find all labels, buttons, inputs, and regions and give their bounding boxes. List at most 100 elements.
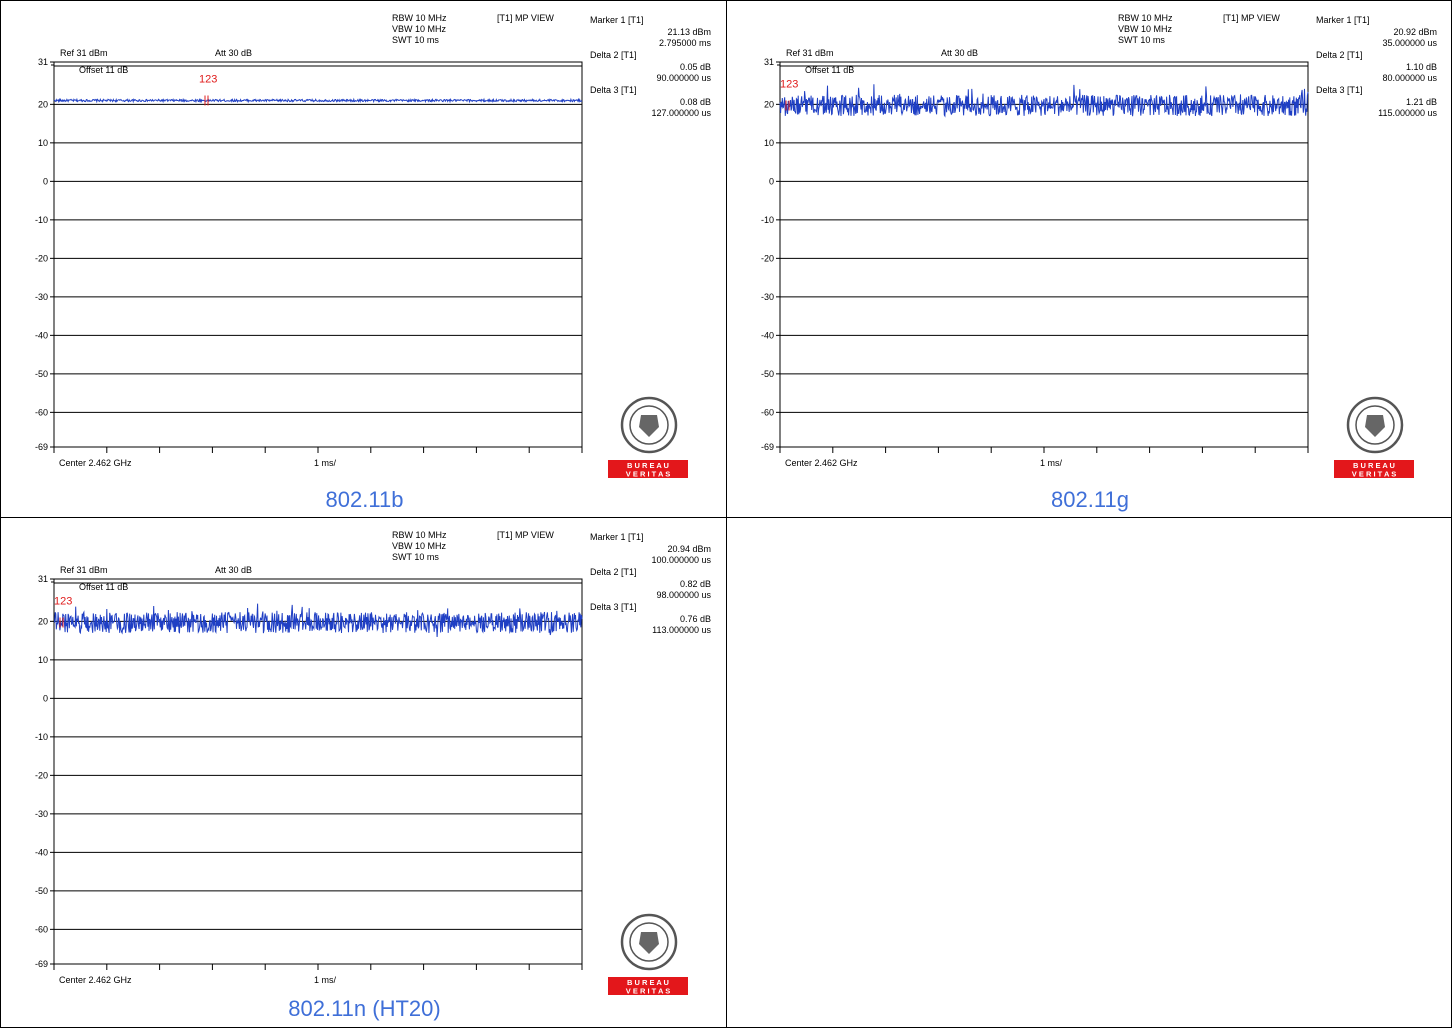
y-tick-label: -10 (35, 732, 48, 742)
delta3-value: 0.08 dB (680, 97, 711, 107)
figure-grid: RBW 10 MHz VBW 10 MHz SWT 10 ms [T1] MP VIE… (0, 0, 1452, 1028)
swt-label: SWT 10 ms (392, 35, 439, 45)
y-tick-label: -50 (35, 886, 48, 896)
y-tick-label: 0 (43, 693, 48, 703)
y-tick-label: -69 (35, 442, 48, 452)
y-tick-label: -40 (761, 330, 774, 340)
rbw-label: RBW 10 MHz (1118, 13, 1173, 23)
view-label: [T1] MP VIEW (1223, 13, 1280, 23)
y-tick-label: -20 (35, 770, 48, 780)
delta3-label: Delta 3 [T1] (590, 85, 637, 95)
y-tick-label: -50 (761, 369, 774, 379)
panel-80211n: RBW 10 MHz VBW 10 MHz SWT 10 ms [T1] MP VIE… (0, 517, 727, 1028)
center-label: Center 2.462 GHz (59, 458, 132, 468)
y-tick-label: -69 (35, 959, 48, 969)
panel-empty (726, 517, 1452, 1028)
marker1-value: 20.92 dBm (1393, 27, 1437, 37)
delta2-time: 98.000000 us (656, 590, 711, 600)
caption-80211b: 802.11b (325, 487, 404, 512)
delta3-value: 1.21 dB (1406, 97, 1437, 107)
ref-label: Ref 31 dBm (60, 565, 108, 575)
y-tick-label: 10 (764, 138, 774, 148)
bureau-veritas-logo: B U R E A UV E R I T A S (608, 396, 688, 479)
vbw-label: VBW 10 MHz (392, 24, 447, 34)
swt-label: SWT 10 ms (392, 552, 439, 562)
marker1-label: Marker 1 [T1] (1316, 15, 1370, 25)
view-label: [T1] MP VIEW (497, 13, 554, 23)
y-tick-label: -69 (761, 442, 774, 452)
y-tick-label: 20 (38, 616, 48, 626)
delta2-label: Delta 2 [T1] (1316, 50, 1363, 60)
att-label: Att 30 dB (215, 565, 252, 575)
marker1-label: Marker 1 [T1] (590, 15, 644, 25)
vbw-label: VBW 10 MHz (392, 541, 447, 551)
delta2-value: 0.82 dB (680, 579, 711, 589)
swt-label: SWT 10 ms (1118, 35, 1165, 45)
y-tick-label: -30 (35, 292, 48, 302)
plot-frame (53, 578, 583, 965)
panel-80211g: RBW 10 MHz VBW 10 MHz SWT 10 ms [T1] MP VIE… (726, 0, 1452, 518)
caption-80211g: 802.11g (1051, 487, 1129, 512)
y-tick-label: -60 (35, 924, 48, 934)
center-label: Center 2.462 GHz (785, 458, 858, 468)
logo-band-bottom: V E R I T A S (626, 470, 670, 479)
delta2-label: Delta 2 [T1] (590, 567, 637, 577)
y-tick-label: -30 (35, 809, 48, 819)
marker1-value: 21.13 dBm (667, 27, 711, 37)
div-label: 1 ms/ (314, 975, 337, 985)
marker1-label: Marker 1 [T1] (590, 532, 644, 542)
plot-frame (53, 61, 583, 448)
rbw-label: RBW 10 MHz (392, 530, 447, 540)
marker-tag: 123 (780, 79, 798, 91)
delta2-value: 0.05 dB (680, 62, 711, 72)
logo-band-bottom: V E R I T A S (1352, 470, 1396, 479)
y-tick-label: 31 (764, 57, 774, 67)
y-tick-label: 20 (764, 99, 774, 109)
view-label: [T1] MP VIEW (497, 530, 554, 540)
marker1-value: 20.94 dBm (667, 544, 711, 554)
vbw-label: VBW 10 MHz (1118, 24, 1173, 34)
att-label: Att 30 dB (941, 48, 978, 58)
delta2-value: 1.10 dB (1406, 62, 1437, 72)
bureau-veritas-logo: B U R E A UV E R I T A S (608, 913, 688, 996)
chart-80211g: RBW 10 MHzVBW 10 MHzSWT 10 ms [T1] MP VIE… (761, 13, 1438, 479)
marker1-time: 2.795000 ms (659, 38, 712, 48)
marker1-time: 35.000000 us (1382, 38, 1437, 48)
delta3-label: Delta 3 [T1] (1316, 85, 1363, 95)
att-label: Att 30 dB (215, 48, 252, 58)
offset-label: Offset 11 dB (79, 65, 128, 75)
chart-80211n: RBW 10 MHzVBW 10 MHzSWT 10 ms [T1] MP VIE… (35, 530, 712, 996)
y-tick-label: -10 (761, 215, 774, 225)
div-label: 1 ms/ (314, 458, 337, 468)
marker-tag: 123 (54, 596, 72, 608)
y-tick-label: -20 (35, 253, 48, 263)
y-tick-label: -20 (761, 253, 774, 263)
ref-label: Ref 31 dBm (60, 48, 108, 58)
delta3-time: 127.000000 us (651, 108, 711, 118)
plot-frame (779, 61, 1309, 448)
delta2-time: 90.000000 us (656, 73, 711, 83)
caption-80211n: 802.11n (HT20) (288, 996, 441, 1021)
bureau-veritas-logo: B U R E A UV E R I T A S (1334, 396, 1414, 479)
offset-label: Offset 11 dB (79, 582, 128, 592)
delta3-value: 0.76 dB (680, 614, 711, 624)
trace-line (53, 603, 583, 638)
rbw-label: RBW 10 MHz (392, 13, 447, 23)
trace-line (779, 84, 1309, 118)
y-tick-label: 31 (38, 57, 48, 67)
delta2-label: Delta 2 [T1] (590, 50, 637, 60)
y-tick-label: 10 (38, 138, 48, 148)
delta3-label: Delta 3 [T1] (590, 602, 637, 612)
y-tick-label: -30 (761, 292, 774, 302)
y-tick-label: 0 (43, 176, 48, 186)
trace-line (53, 97, 583, 104)
ref-label: Ref 31 dBm (786, 48, 834, 58)
y-tick-label: -60 (35, 407, 48, 417)
marker1-time: 100.000000 us (651, 555, 711, 565)
chart-80211b: RBW 10 MHzVBW 10 MHzSWT 10 ms [T1] MP VIE… (35, 13, 712, 479)
y-tick-label: -10 (35, 215, 48, 225)
y-tick-label: 0 (769, 176, 774, 186)
logo-band-bottom: V E R I T A S (626, 987, 670, 996)
delta3-time: 113.000000 us (652, 625, 711, 635)
y-tick-label: -50 (35, 369, 48, 379)
